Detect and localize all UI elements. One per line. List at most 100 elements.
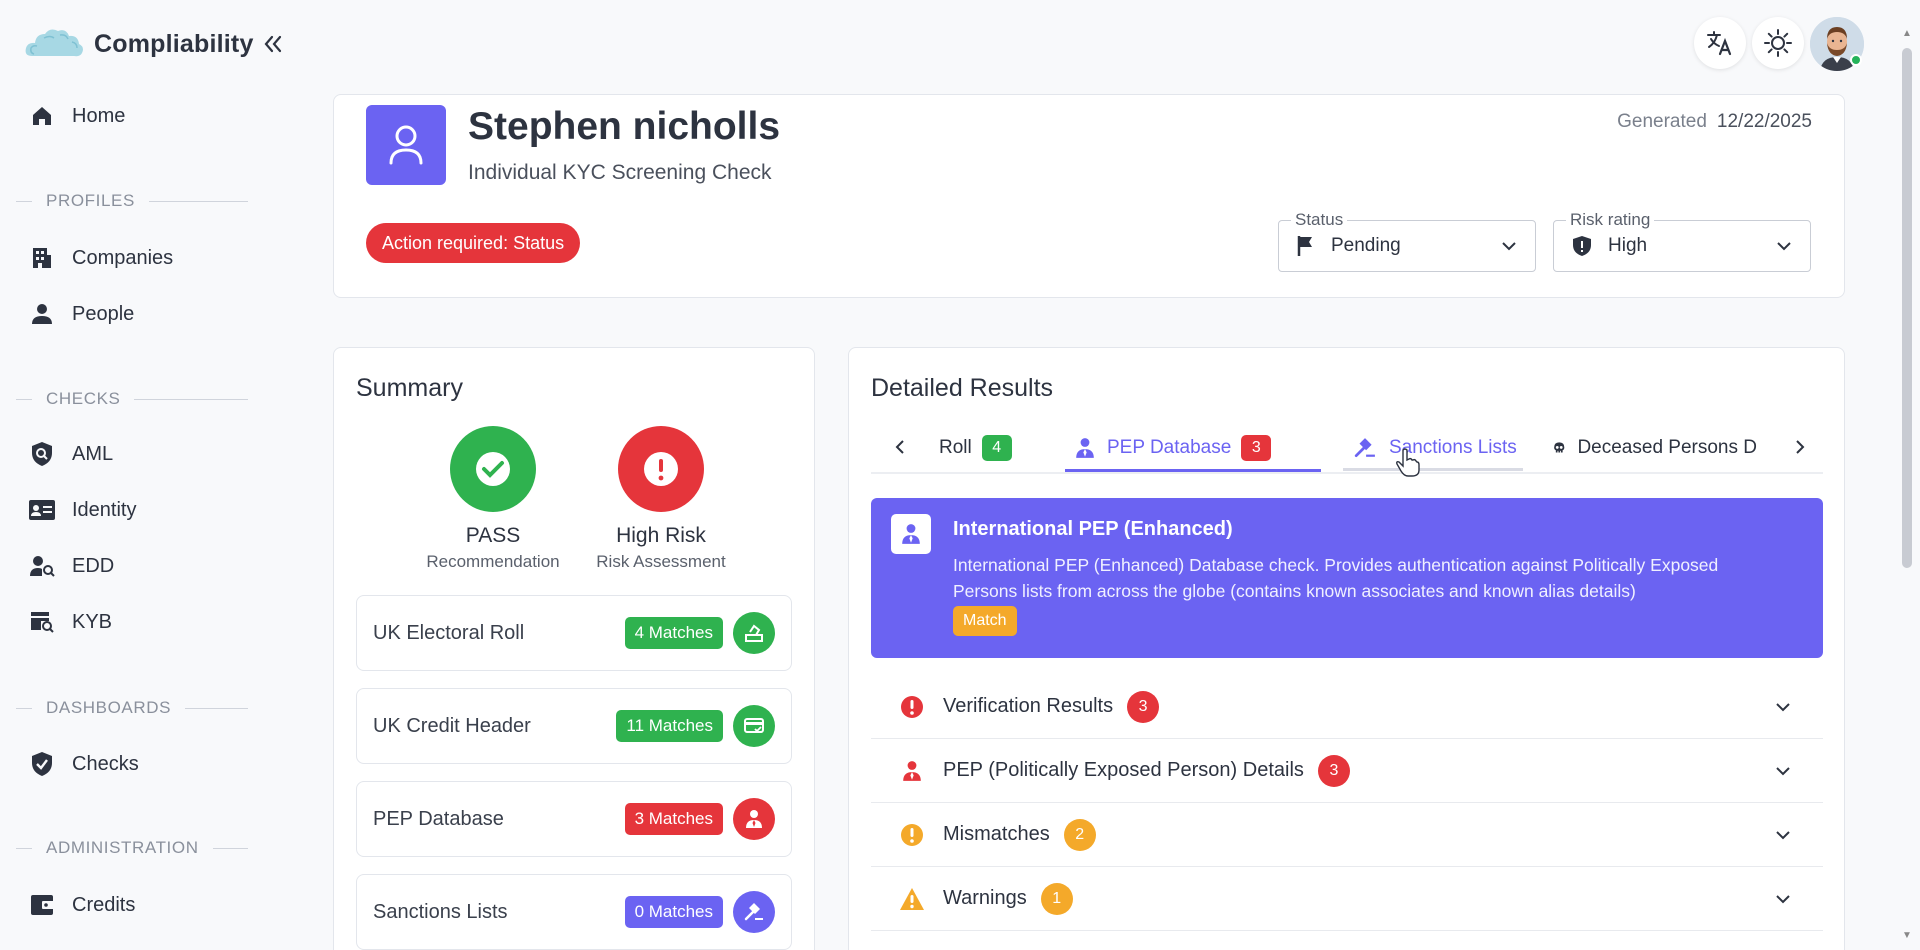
nav-home-label: Home	[72, 104, 126, 127]
page-scrollbar[interactable]	[1902, 48, 1912, 568]
accordion-mismatches[interactable]: Mismatches 2	[871, 803, 1823, 867]
nav-people[interactable]: People	[28, 292, 258, 336]
accordion-count-badge: 3	[1317, 754, 1350, 787]
banner-title: International PEP (Enhanced)	[953, 518, 1233, 540]
tab-label: PEP Database	[1107, 437, 1232, 458]
active-tab-indicator	[1065, 469, 1321, 472]
risk-assessment-value: High Risk	[616, 524, 706, 547]
summary-row-matches: 11 Matches	[616, 710, 723, 742]
tab-count-badge: 4	[981, 435, 1012, 461]
nav-companies-label: Companies	[72, 246, 174, 269]
accordion-count-badge: 3	[1127, 690, 1160, 723]
flag-icon	[1297, 236, 1312, 256]
risk-rating-select-label: Risk rating	[1566, 210, 1655, 230]
tabs-scroll-left-button[interactable]	[883, 430, 917, 464]
person-tie-icon	[733, 798, 775, 840]
tab-label: Roll	[939, 437, 972, 458]
summary-row-credit-header[interactable]: UK Credit Header 11 Matches	[356, 688, 792, 764]
chevron-down-icon	[1771, 759, 1795, 783]
tab-deceased-persons[interactable]: Deceased Persons D	[1553, 430, 1757, 466]
building-icon	[28, 244, 56, 272]
wallet-icon	[28, 891, 56, 919]
summary-card: Summary PASS Recommendation High Risk Ri…	[333, 347, 815, 950]
nav-home[interactable]: Home	[28, 94, 258, 138]
nav-identity[interactable]: Identity	[28, 488, 258, 532]
nav-kyb-label: KYB	[72, 610, 113, 633]
shield-check-icon	[28, 750, 56, 778]
results-tabs: Roll 4 PEP Database 3 Sanctions Lists De…	[871, 424, 1823, 474]
tabs-scroll-right-button[interactable]	[1783, 430, 1817, 464]
chevron-down-icon	[1777, 242, 1791, 251]
chevron-down-icon	[1502, 242, 1516, 251]
tab-count-badge: 3	[1241, 435, 1272, 461]
person-tie-icon	[1076, 438, 1094, 458]
gavel-icon	[733, 891, 775, 933]
cloud-logo-icon	[25, 29, 84, 57]
detailed-results-card: Detailed Results Roll 4 PEP Database 3 S…	[848, 347, 1845, 950]
accordion-warnings[interactable]: Warnings 1	[871, 867, 1823, 931]
status-select[interactable]: Status Pending	[1278, 210, 1536, 272]
profile-header-card: Stephen nicholls Individual KYC Screenin…	[333, 94, 1845, 298]
nav-checks-label: Checks	[72, 752, 139, 775]
alert-circle-icon	[899, 822, 925, 848]
sun-icon	[1764, 29, 1792, 57]
profile-type-badge	[366, 105, 446, 185]
chevron-down-icon	[1771, 887, 1795, 911]
skull-icon	[1554, 442, 1565, 453]
summary-row-sanctions-lists[interactable]: Sanctions Lists 0 Matches	[356, 874, 792, 950]
banner-description: International PEP (Enhanced) Database ch…	[953, 555, 1719, 601]
home-icon	[28, 102, 56, 130]
shield-search-icon	[28, 440, 56, 468]
risk-rating-select-value: High	[1608, 235, 1648, 256]
check-icon	[476, 452, 510, 486]
collapse-sidebar-icon[interactable]	[262, 33, 284, 55]
tab-electoral-roll[interactable]: Roll 4	[939, 430, 1012, 466]
tab-sanctions-lists[interactable]: Sanctions Lists	[1353, 430, 1517, 466]
person-outline-icon	[389, 125, 423, 165]
status-select-label: Status	[1291, 210, 1348, 230]
risk-circle	[618, 426, 704, 512]
banner-status-badge: Match	[953, 606, 1017, 636]
nav-companies[interactable]: Companies	[28, 236, 258, 280]
tab-pep-database[interactable]: PEP Database 3	[1075, 430, 1272, 466]
generated-info: Generated 12/22/2025	[1617, 111, 1812, 133]
scroll-down-arrow-icon[interactable]: ▼	[1902, 930, 1912, 941]
nav-edd[interactable]: EDD	[28, 544, 258, 588]
summary-row-name: PEP Database	[373, 807, 504, 830]
translate-icon	[1707, 31, 1732, 56]
chevron-down-icon	[1771, 695, 1795, 719]
accordion-title: Warnings	[943, 887, 1027, 909]
translate-button[interactable]	[1694, 17, 1746, 69]
accordion-title: PEP (Politically Exposed Person) Details	[943, 759, 1304, 781]
hover-tab-indicator	[1343, 468, 1523, 471]
nav-aml[interactable]: AML	[28, 432, 258, 476]
summary-row-name: UK Credit Header	[373, 714, 531, 737]
recommendation-circle	[450, 426, 536, 512]
recommendation-label: Recommendation	[426, 552, 560, 571]
check-info-banner: International PEP (Enhanced) Internation…	[871, 498, 1823, 658]
scroll-up-arrow-icon[interactable]: ▲	[1902, 28, 1912, 39]
detailed-results-title: Detailed Results	[871, 374, 1054, 402]
theme-toggle-button[interactable]	[1752, 17, 1804, 69]
profile-subtitle: Individual KYC Screening Check	[468, 161, 772, 184]
chevron-right-icon	[1796, 440, 1805, 454]
ballot-box-icon	[733, 612, 775, 654]
section-profiles: PROFILES	[16, 191, 248, 211]
generated-date: 12/22/2025	[1716, 111, 1812, 132]
nav-checks[interactable]: Checks	[28, 742, 258, 786]
accordion-verification-results[interactable]: Verification Results 3	[871, 675, 1823, 739]
sidebar: Compliability Home PROFILES Companies Pe…	[0, 0, 281, 950]
chevron-down-icon	[1771, 823, 1795, 847]
person-icon	[28, 300, 56, 328]
person-tie-icon	[899, 758, 925, 784]
hand-cursor-icon	[1396, 448, 1420, 477]
summary-row-pep-database[interactable]: PEP Database 3 Matches	[356, 781, 792, 857]
summary-row-name: Sanctions Lists	[373, 900, 508, 923]
risk-rating-select[interactable]: Risk rating High	[1553, 210, 1811, 272]
generated-label: Generated	[1617, 111, 1707, 132]
accordion-pep-details[interactable]: PEP (Politically Exposed Person) Details…	[871, 739, 1823, 803]
nav-kyb[interactable]: KYB	[28, 600, 258, 644]
accordion-title: Mismatches	[943, 823, 1050, 845]
summary-row-electoral-roll[interactable]: UK Electoral Roll 4 Matches	[356, 595, 792, 671]
nav-credits[interactable]: Credits	[28, 883, 258, 927]
